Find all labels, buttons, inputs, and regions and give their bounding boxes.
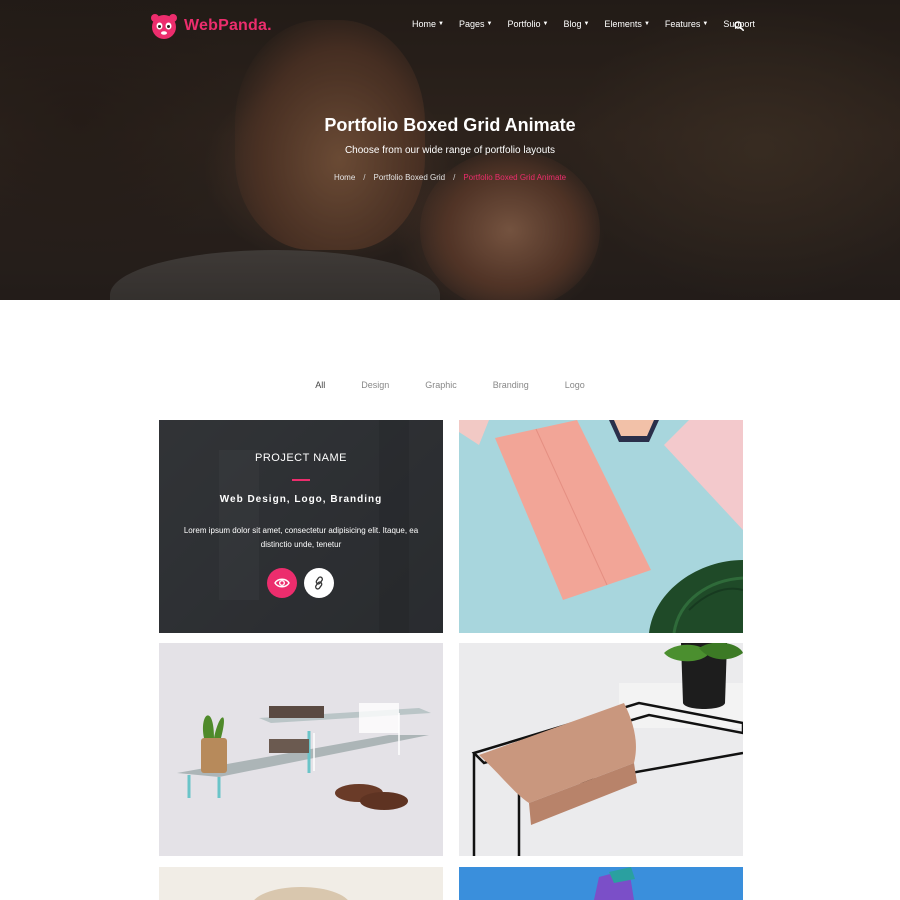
nav-item-label: Pages bbox=[458, 19, 485, 29]
nav-item-portfolio[interactable]: Portfolio ▼ bbox=[507, 19, 548, 29]
filter-design[interactable]: Design bbox=[361, 380, 389, 390]
site-logo[interactable]: WebPanda. bbox=[150, 12, 272, 40]
project-description: Lorem ipsum dolor sit amet, consectetur … bbox=[183, 526, 419, 549]
filter-all[interactable]: All bbox=[315, 380, 325, 390]
link-icon bbox=[315, 576, 323, 590]
portfolio-item-hover[interactable]: PROJECT NAME Web Design, Logo, Branding … bbox=[159, 420, 443, 633]
filter-graphic[interactable]: Graphic bbox=[425, 380, 457, 390]
caret-down-icon: ▼ bbox=[702, 21, 709, 27]
breadcrumb-home[interactable]: Home bbox=[334, 173, 355, 182]
filter-logo[interactable]: Logo bbox=[565, 380, 585, 390]
navbar: WebPanda. Home ▼ Pages ▼ Portfolio ▼ Blo… bbox=[0, 0, 900, 52]
breadcrumb: Home / Portfolio Boxed Grid / Portfolio … bbox=[0, 173, 900, 182]
portfolio-item[interactable] bbox=[159, 643, 443, 856]
portfolio-image-partial bbox=[159, 867, 443, 900]
hero-banner: WebPanda. Home ▼ Pages ▼ Portfolio ▼ Blo… bbox=[0, 0, 900, 300]
nav-item-features[interactable]: Features ▼ bbox=[665, 19, 708, 29]
caret-down-icon: ▼ bbox=[486, 21, 493, 27]
eye-icon bbox=[274, 578, 290, 588]
portfolio-filter: All Design Graphic Branding Logo bbox=[0, 380, 900, 390]
project-title: PROJECT NAME bbox=[255, 452, 347, 464]
breadcrumb-current: Portfolio Boxed Grid Animate bbox=[463, 173, 567, 182]
nav-item-blog[interactable]: Blog ▼ bbox=[563, 19, 589, 29]
breadcrumb-portfolio-boxed-grid[interactable]: Portfolio Boxed Grid bbox=[374, 173, 446, 182]
nav-item-label: Portfolio bbox=[507, 19, 541, 29]
title-divider bbox=[292, 479, 310, 481]
project-categories: Web Design, Logo, Branding bbox=[219, 494, 383, 505]
caret-down-icon: ▼ bbox=[542, 21, 549, 27]
logo-text: WebPanda. bbox=[184, 17, 272, 34]
caret-down-icon: ▼ bbox=[643, 21, 650, 27]
nav-item-elements[interactable]: Elements ▼ bbox=[604, 19, 649, 29]
portfolio-image-shelf bbox=[159, 643, 443, 856]
nav-item-label: Home bbox=[412, 19, 437, 29]
nav-item-home[interactable]: Home ▼ bbox=[412, 19, 444, 29]
portfolio-image-partial bbox=[459, 867, 743, 900]
portfolio-image-basket bbox=[459, 643, 743, 856]
page-subtitle: Choose from our wide range of portfolio … bbox=[344, 145, 556, 156]
nav-item-label: Features bbox=[664, 19, 701, 29]
portfolio-item[interactable] bbox=[459, 643, 743, 856]
caret-down-icon: ▼ bbox=[583, 21, 590, 27]
portfolio-item[interactable] bbox=[459, 867, 743, 900]
filter-branding[interactable]: Branding bbox=[493, 380, 529, 390]
portfolio-item[interactable] bbox=[459, 420, 743, 633]
portfolio-image-notebook bbox=[459, 420, 743, 633]
breadcrumb-separator: / bbox=[453, 173, 456, 182]
nav-item-label: Blog bbox=[563, 19, 582, 29]
nav-item-pages[interactable]: Pages ▼ bbox=[459, 19, 492, 29]
main-nav: Home ▼ Pages ▼ Portfolio ▼ Blog ▼ Elemen… bbox=[412, 19, 770, 29]
view-button[interactable] bbox=[267, 568, 297, 598]
nav-item-label: Elements bbox=[604, 19, 642, 29]
search-icon[interactable] bbox=[734, 21, 744, 31]
breadcrumb-separator: / bbox=[363, 173, 366, 182]
link-button[interactable] bbox=[304, 568, 334, 598]
panda-logo-icon bbox=[151, 14, 177, 39]
page-title: Portfolio Boxed Grid Animate bbox=[324, 115, 576, 135]
portfolio-item[interactable] bbox=[159, 867, 443, 900]
caret-down-icon: ▼ bbox=[438, 21, 444, 27]
